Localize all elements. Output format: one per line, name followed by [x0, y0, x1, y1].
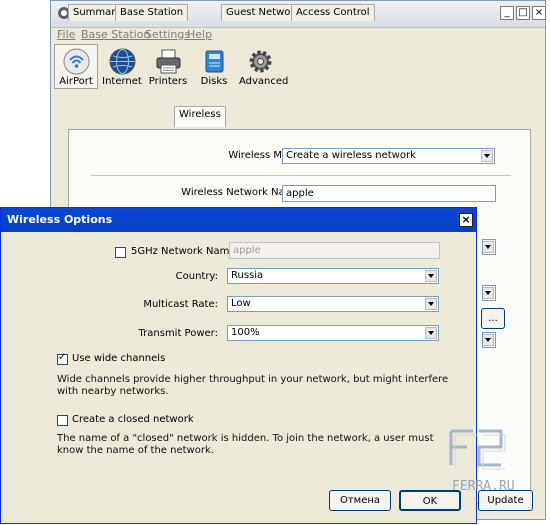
chevron-down-icon	[425, 327, 437, 339]
toolbar-advanced[interactable]: Advanced	[238, 44, 289, 89]
chevron-down-icon	[483, 241, 494, 253]
close-icon[interactable]: ×	[459, 213, 473, 227]
ghz-label: 5GHz Network Name:	[131, 246, 239, 257]
network-name-input[interactable]: apple	[282, 185, 496, 202]
wide-channels-description: Wide channels provide higher throughput …	[57, 374, 449, 397]
ghz-checkbox[interactable]	[115, 247, 126, 258]
tab-access-control[interactable]: Access Control	[291, 4, 375, 21]
toolbar-printers[interactable]: Printers	[146, 44, 190, 89]
country-select[interactable]: Russia	[227, 268, 439, 284]
divider	[91, 175, 511, 176]
menu-file[interactable]: File	[57, 28, 75, 41]
chevron-down-icon	[483, 287, 494, 299]
toolbar-disks[interactable]: Disks	[192, 44, 236, 89]
cancel-button[interactable]: Отмена	[329, 490, 391, 511]
toolbar-label: Advanced	[239, 76, 289, 87]
multicast-value: Low	[231, 298, 251, 309]
tab-wireless[interactable]: Wireless	[174, 106, 226, 127]
hidden-select-3[interactable]	[482, 332, 496, 348]
toolbar-label: AirPort	[59, 76, 93, 87]
wireless-mode-label: Wireless Mode:	[228, 150, 304, 161]
more-button[interactable]: ...	[481, 308, 505, 329]
network-name-label: Wireless Network Name:	[181, 187, 304, 198]
tab-base-station[interactable]: Base Station	[115, 4, 189, 21]
hidden-select-2[interactable]	[482, 285, 496, 301]
chevron-down-icon	[483, 334, 494, 346]
wide-channels-checkbox[interactable]	[57, 352, 68, 365]
country-value: Russia	[231, 270, 264, 281]
wireless-mode-select[interactable]: Create a wireless network	[282, 148, 495, 164]
maximize-button[interactable]: □	[516, 6, 530, 20]
hidden-select-1[interactable]	[482, 239, 496, 255]
watermark-text: FERRA.RU	[452, 479, 515, 494]
transmit-power-label: Transmit Power:	[138, 328, 218, 339]
dialog-title: Wireless Options	[7, 213, 113, 226]
gear-icon	[249, 50, 272, 73]
toolbar-airport[interactable]: AirPort	[54, 44, 98, 89]
toolbar-label: Internet	[102, 76, 142, 87]
internet-globe-icon	[109, 48, 136, 75]
wireless-mode-value: Create a wireless network	[286, 150, 416, 161]
toolbar-internet[interactable]: Internet	[100, 44, 144, 89]
airport-icon	[63, 48, 90, 75]
minimize-button[interactable]: _	[500, 6, 514, 20]
closed-network-description: The name of a "closed" network is hidden…	[57, 433, 434, 456]
multicast-label: Multicast Rate:	[143, 299, 218, 310]
menu-base-station[interactable]: Base Station	[81, 28, 150, 41]
menu-settings[interactable]: Settings	[145, 28, 190, 41]
ghz-name-input[interactable]: apple	[229, 242, 440, 259]
close-button[interactable]: ×	[532, 6, 546, 20]
menu-bar: File Base Station Settings Help	[51, 27, 545, 44]
toolbar-label: Disks	[200, 76, 228, 87]
chevron-down-icon	[425, 270, 437, 282]
country-label: Country:	[175, 271, 218, 282]
wide-channels-label: Use wide channels	[72, 353, 166, 364]
toolbar: AirPort Internet Printers Disks Advanced	[51, 44, 545, 91]
dialog-title-bar: Wireless Options ×	[1, 208, 476, 232]
chevron-down-icon	[481, 150, 493, 162]
transmit-power-value: 100%	[231, 327, 260, 338]
printer-icon	[156, 49, 181, 74]
wireless-options-dialog: Wireless Options × 5GHz Network Name: ap…	[0, 207, 477, 524]
closed-network-checkbox[interactable]	[57, 415, 68, 426]
menu-help[interactable]: Help	[187, 28, 212, 41]
closed-network-label: Create a closed network	[72, 414, 194, 425]
ferra-logo-watermark	[449, 429, 506, 470]
toolbar-label: Printers	[148, 76, 188, 87]
transmit-power-select[interactable]: 100%	[227, 325, 439, 341]
multicast-select[interactable]: Low	[227, 296, 439, 312]
disk-icon	[205, 50, 224, 73]
chevron-down-icon	[425, 298, 437, 310]
